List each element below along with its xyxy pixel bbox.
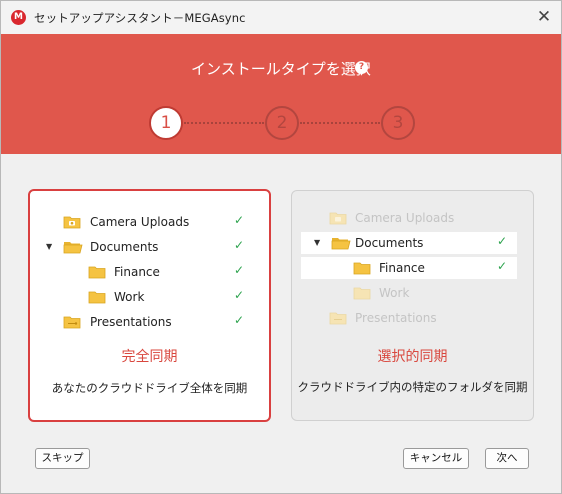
check-icon: ✓ xyxy=(234,313,245,327)
tree-item-label: Camera Uploads xyxy=(355,211,455,225)
folder-icon xyxy=(88,291,106,304)
check-icon: ✓ xyxy=(234,213,245,227)
check-icon: ✓ xyxy=(234,238,245,252)
tree-item-work: Work xyxy=(353,284,513,304)
header-banner: インストールタイプを選択 ? 1 2 3 xyxy=(1,34,561,154)
check-icon: ✓ xyxy=(234,288,245,302)
mega-logo-icon: M xyxy=(11,10,26,25)
presentation-folder-icon xyxy=(63,316,81,329)
cancel-button[interactable]: キャンセル xyxy=(403,448,469,469)
full-sync-description: あなたのクラウドドライブ全体を同期 xyxy=(51,381,248,395)
tree-item-label: Work xyxy=(114,290,145,304)
tree-item-finance[interactable]: Finance ✓ xyxy=(301,257,517,279)
camera-folder-icon xyxy=(329,212,347,225)
folder-open-icon xyxy=(331,238,351,250)
tree-item-camera-uploads: Camera Uploads ✓ xyxy=(63,213,253,233)
tree-item-label: Finance xyxy=(379,261,425,275)
selective-sync-title: 選択的同期 xyxy=(377,349,448,365)
tree-item-label: Presentations xyxy=(355,311,437,325)
tree-item-label: Documents xyxy=(355,236,424,250)
tree-item-presentations: Presentations xyxy=(329,309,519,329)
tree-item-camera-uploads: Camera Uploads xyxy=(329,209,519,229)
step-2-indicator: 2 xyxy=(265,106,299,140)
step-1-indicator: 1 xyxy=(149,106,183,140)
full-sync-title: 完全同期 xyxy=(121,349,178,365)
expand-arrow-icon[interactable]: ▼ xyxy=(46,242,52,251)
folder-icon xyxy=(353,262,371,275)
full-sync-option[interactable]: Camera Uploads ✓ ▼ Documents ✓ Finance ✓ xyxy=(28,189,271,422)
step-connector xyxy=(300,122,380,124)
tree-item-documents: ▼ Documents ✓ xyxy=(46,238,253,258)
check-icon: ✓ xyxy=(497,234,508,248)
step-connector xyxy=(184,122,264,124)
step-3-indicator: 3 xyxy=(381,106,415,140)
expand-arrow-icon[interactable]: ▼ xyxy=(314,238,320,247)
tree-item-documents[interactable]: ▼ Documents ✓ xyxy=(301,232,517,254)
skip-button[interactable]: スキップ xyxy=(35,448,90,469)
tree-item-label: Camera Uploads xyxy=(90,215,190,229)
check-icon: ✓ xyxy=(497,259,508,273)
setup-assistant-window: M セットアップアシスタント－MEGAsync ✕ インストールタイプを選択 ?… xyxy=(0,0,562,494)
title-bar: M セットアップアシスタント－MEGAsync ✕ xyxy=(1,1,561,34)
camera-folder-icon xyxy=(63,216,81,229)
page-title: インストールタイプを選択 xyxy=(191,60,371,78)
close-button[interactable]: ✕ xyxy=(531,5,557,29)
folder-open-icon xyxy=(63,242,83,254)
next-button[interactable]: 次へ xyxy=(485,448,529,469)
tree-item-presentations: Presentations ✓ xyxy=(63,313,253,333)
folder-icon xyxy=(353,287,371,300)
check-icon: ✓ xyxy=(234,263,245,277)
tree-item-finance: Finance ✓ xyxy=(88,263,253,283)
selective-sync-option[interactable]: Camera Uploads ▼ Documents ✓ Finance ✓ W… xyxy=(291,190,534,421)
window-title: セットアップアシスタント－MEGAsync xyxy=(34,11,246,25)
presentation-folder-icon xyxy=(329,312,347,325)
tree-item-label: Finance xyxy=(114,265,160,279)
tree-item-label: Presentations xyxy=(90,315,172,329)
folder-icon xyxy=(88,266,106,279)
help-icon[interactable]: ? xyxy=(355,61,368,74)
tree-item-label: Work xyxy=(379,286,410,300)
tree-item-label: Documents xyxy=(90,240,159,254)
selective-sync-description: クラウドドライブ内の特定のフォルダを同期 xyxy=(297,380,528,394)
tree-item-work: Work ✓ xyxy=(88,288,253,308)
